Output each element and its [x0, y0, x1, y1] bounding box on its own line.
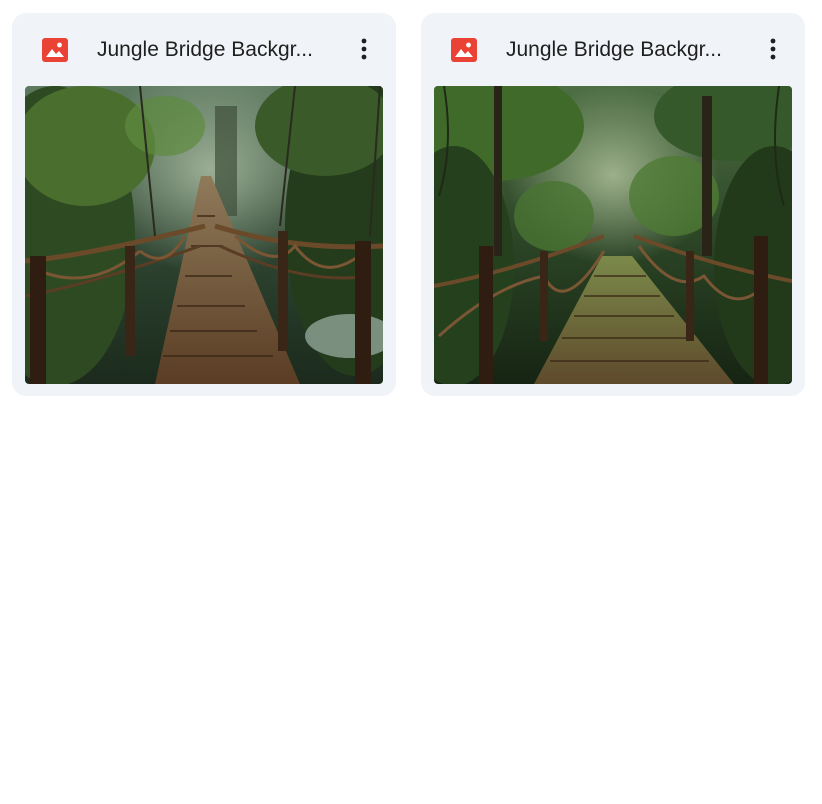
- more-vert-icon: [361, 38, 367, 60]
- image-file-icon: [451, 38, 477, 62]
- more-options-button[interactable]: [346, 31, 382, 67]
- file-title: Jungle Bridge Backgr...: [97, 38, 313, 61]
- file-thumbnail[interactable]: [434, 86, 792, 384]
- file-thumbnail[interactable]: [25, 86, 383, 384]
- file-card[interactable]: Jungle Bridge Backgr...: [12, 13, 396, 396]
- file-card[interactable]: Jungle Bridge Backgr...: [421, 13, 805, 396]
- file-card-header: Jungle Bridge Backgr...: [421, 13, 805, 86]
- file-card-header: Jungle Bridge Backgr...: [12, 13, 396, 86]
- more-options-button[interactable]: [755, 31, 791, 67]
- jungle-bridge-image: [434, 86, 792, 384]
- image-file-icon: [42, 38, 68, 62]
- more-vert-icon: [770, 38, 776, 60]
- file-title: Jungle Bridge Backgr...: [506, 38, 722, 61]
- file-grid: Jungle Bridge Backgr... Jungle Bridge Ba…: [12, 13, 805, 396]
- jungle-bridge-image: [25, 86, 383, 384]
